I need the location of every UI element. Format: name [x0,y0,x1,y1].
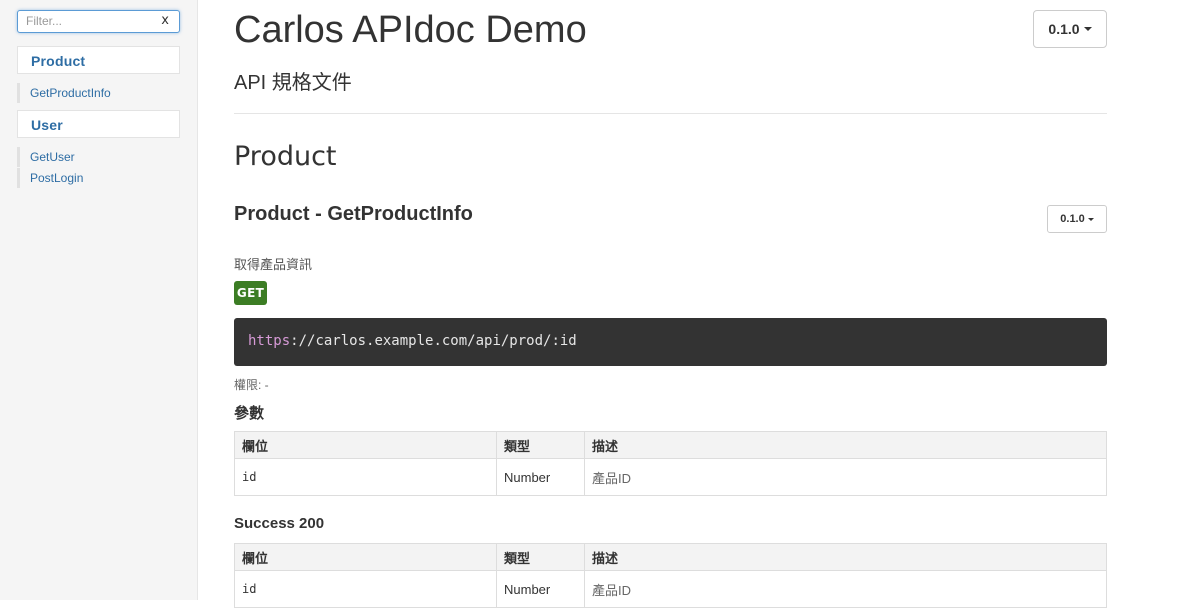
api-title: Product - GetProductInfo [234,203,473,225]
endpoint-url-box: https://carlos.example.com/api/prod/:id [234,318,1107,366]
sidebar-group-user[interactable]: User [17,110,180,138]
sidebar-group-product[interactable]: Product [17,46,180,74]
sidebar-item-getuser[interactable]: GetUser [17,147,180,167]
main-content: Carlos APIdoc Demo API 規格文件 0.1.0 Produc… [234,0,1107,608]
sidebar-item-label: GetUser [30,150,75,164]
api-version-label: 0.1.0 [1060,213,1085,225]
table-row: id Number 產品ID [234,570,1107,608]
caret-down-icon [1087,217,1094,221]
divider [234,113,1107,114]
url-protocol: https [248,333,291,349]
sidebar: x Product GetProductInfo User GetUser Po… [0,0,198,600]
table-header-row: 欄位 類型 描述 [234,431,1107,459]
success-title: Success 200 [234,515,325,532]
column-header: 描述 [584,431,1107,459]
clear-filter-button[interactable]: x [161,13,169,28]
description-cell: 產品ID [584,458,1107,496]
description-cell: 產品ID [584,570,1107,608]
field-cell: id [234,570,497,608]
caret-down-icon [1083,27,1092,31]
endpoint-url: https://carlos.example.com/api/prod/:id [248,333,577,349]
sidebar-item-label: GetProductInfo [30,86,111,100]
permission-text: 權限: - [234,378,269,392]
version-label: 0.1.0 [1048,21,1080,37]
sidebar-group-label: Product [31,53,86,69]
field-cell: id [234,458,497,496]
sidebar-item-postlogin[interactable]: PostLogin [17,168,180,188]
section-title: Product [234,141,337,172]
type-cell: Number [496,570,585,608]
sidebar-group-label: User [31,117,63,133]
filter-field[interactable]: x [17,10,180,33]
table-row: id Number 產品ID [234,458,1107,496]
column-header: 類型 [496,543,585,571]
column-header: 欄位 [234,543,497,571]
sidebar-item-getproductinfo[interactable]: GetProductInfo [17,83,180,103]
page-subtitle: API 規格文件 [234,72,352,94]
params-table: 欄位 類型 描述 id Number 產品ID [234,431,1107,496]
api-description: 取得產品資訊 [234,257,313,272]
sidebar-item-label: PostLogin [30,171,84,185]
method-badge: GET [234,281,267,305]
filter-input[interactable] [26,13,151,29]
table-header-row: 欄位 類型 描述 [234,543,1107,571]
column-header: 類型 [496,431,585,459]
column-header: 欄位 [234,431,497,459]
column-header: 描述 [584,543,1107,571]
version-dropdown[interactable]: 0.1.0 [1033,10,1107,48]
params-title: 參數 [234,405,265,422]
type-cell: Number [496,458,585,496]
url-path: ://carlos.example.com/api/prod/:id [290,333,577,349]
page-title: Carlos APIdoc Demo [234,9,587,51]
api-version-dropdown[interactable]: 0.1.0 [1047,205,1107,233]
success-table: 欄位 類型 描述 id Number 產品ID [234,543,1107,608]
